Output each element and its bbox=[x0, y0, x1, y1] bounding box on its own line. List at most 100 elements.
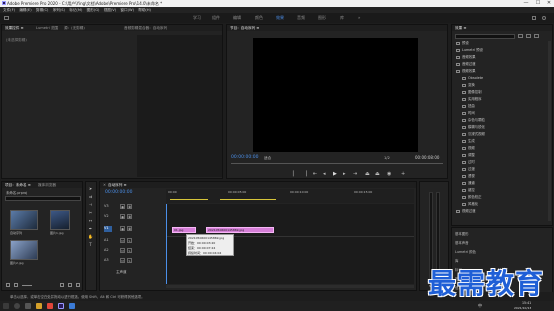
resolution-dropdown[interactable]: 1/2 bbox=[384, 156, 390, 160]
timeline-scrollbar[interactable] bbox=[166, 285, 414, 288]
play-icon[interactable]: ▶ bbox=[333, 171, 337, 177]
effects-tree-item[interactable]: 扭曲 bbox=[462, 104, 475, 109]
effects-tree-item[interactable]: 沉浸式视频 bbox=[462, 132, 485, 137]
video-preview[interactable] bbox=[253, 38, 418, 152]
fit-dropdown[interactable]: 适合 bbox=[264, 156, 271, 161]
panel-lumetri-color[interactable]: Lumetri 颜色 bbox=[455, 248, 476, 257]
track-label-a2[interactable]: A2 bbox=[104, 248, 109, 252]
extract-icon[interactable]: ⏏ bbox=[375, 171, 380, 177]
premiere-taskbar-icon[interactable] bbox=[58, 303, 64, 309]
slip-tool-icon[interactable]: ↔ bbox=[88, 218, 93, 223]
toggle-output-icon[interactable]: ● bbox=[120, 226, 125, 231]
selection-tool-icon[interactable]: ➤ bbox=[88, 186, 93, 191]
tab-project[interactable]: 项目：未命名 ≡ bbox=[5, 182, 31, 188]
solo-icon[interactable]: S bbox=[127, 258, 132, 263]
tab-sequence[interactable]: 自动序列 ≡ bbox=[108, 182, 127, 188]
tab-source[interactable]: 源：(无剪辑) bbox=[64, 25, 85, 31]
toggle-output-icon[interactable]: ● bbox=[120, 204, 125, 209]
effects-tree-item[interactable]: 视频 bbox=[462, 146, 475, 151]
effects-tree-item[interactable]: Lumetri 预设 bbox=[456, 48, 483, 53]
timeline-clip[interactable]: 01.jpg bbox=[172, 227, 196, 233]
program-timecode[interactable]: 00:00:00:00 bbox=[231, 155, 258, 160]
lock-icon[interactable]: ◘ bbox=[127, 214, 132, 219]
close-sequence-icon[interactable]: ✕ bbox=[103, 182, 106, 188]
app-icon[interactable] bbox=[69, 303, 75, 309]
minimize-button[interactable]: — bbox=[520, 0, 532, 7]
panel-essential-graphics[interactable]: 基本图形 bbox=[455, 230, 476, 239]
track-label-a1[interactable]: A1 bbox=[104, 238, 109, 242]
workspace-libraries[interactable]: 库 bbox=[340, 13, 344, 23]
type-tool-icon[interactable]: T bbox=[88, 242, 93, 247]
mute-icon[interactable]: M bbox=[120, 248, 125, 253]
lock-icon[interactable]: ◘ bbox=[127, 204, 132, 209]
browser-icon[interactable] bbox=[47, 303, 53, 309]
tab-audio-clip-mixer[interactable]: 音频剪辑混合器：自动序列 bbox=[124, 25, 167, 31]
track-label-a3[interactable]: A3 bbox=[104, 258, 109, 262]
effects-tree-item[interactable]: 音频效果 bbox=[456, 55, 476, 60]
effects-tree-item[interactable]: 生成 bbox=[462, 139, 475, 144]
ripple-edit-icon[interactable]: ⊣ bbox=[88, 202, 93, 207]
tab-media-browser[interactable]: 媒体浏览器 bbox=[38, 182, 56, 188]
razor-tool-icon[interactable]: ✂ bbox=[88, 210, 93, 215]
step-forward-icon[interactable]: ▸ bbox=[343, 171, 346, 177]
effects-tree-item[interactable]: 透视 bbox=[462, 174, 475, 179]
solo-icon[interactable]: S bbox=[127, 248, 132, 253]
project-item-thumb[interactable] bbox=[50, 210, 70, 230]
effects-tree-item[interactable]: 视频效果 bbox=[456, 69, 476, 74]
clock-date[interactable]: 2021/10/13 bbox=[514, 306, 531, 311]
mute-icon[interactable]: M bbox=[120, 258, 125, 263]
home-icon[interactable] bbox=[4, 16, 9, 20]
effects-search-input[interactable] bbox=[455, 34, 515, 39]
workspace-assembly[interactable]: 组件 bbox=[212, 13, 220, 23]
effects-scrollbar[interactable] bbox=[548, 41, 551, 221]
add-button-icon[interactable]: + bbox=[401, 171, 405, 177]
effects-tree-item[interactable]: Obsolete bbox=[462, 76, 483, 81]
toggle-output-icon[interactable]: ● bbox=[120, 214, 125, 219]
timeline-clip[interactable]: 2021050600145869.jpg bbox=[206, 227, 274, 233]
track-label-master[interactable]: 主声道 bbox=[116, 270, 127, 275]
time-ruler[interactable]: 00:00 00:00:05:00 00:00:10:00 00:00:15:0… bbox=[166, 189, 414, 203]
workspace-editing[interactable]: 编辑 bbox=[233, 13, 241, 23]
effects-tree-item[interactable]: 变换 bbox=[462, 83, 475, 88]
mark-in-icon[interactable]: ▏ bbox=[293, 171, 297, 177]
tab-lumetri-scopes[interactable]: Lumetri 范围 bbox=[36, 25, 58, 31]
project-item-thumb[interactable] bbox=[10, 240, 38, 260]
hand-tool-icon[interactable]: ✋ bbox=[88, 234, 93, 239]
effects-tree-item[interactable]: 实用程序 bbox=[462, 97, 482, 102]
effects-tree-item[interactable]: 过时 bbox=[462, 160, 475, 165]
mute-icon[interactable]: M bbox=[120, 238, 125, 243]
effects-tree-item[interactable]: 风格化 bbox=[462, 202, 478, 207]
export-frame-icon[interactable]: ◉ bbox=[387, 171, 391, 177]
timeline-timecode[interactable]: 00:00:00:00 bbox=[105, 190, 132, 195]
export-icon[interactable] bbox=[532, 16, 536, 20]
32bit-effects-icon[interactable] bbox=[526, 34, 531, 38]
icon-view-icon[interactable] bbox=[14, 283, 18, 287]
effects-tree-item[interactable]: 预设 bbox=[456, 41, 469, 46]
playhead[interactable] bbox=[166, 204, 167, 284]
workspace-color[interactable]: 颜色 bbox=[255, 13, 263, 23]
effects-tree-item[interactable]: 时间 bbox=[462, 111, 475, 116]
effects-tree-item[interactable]: 颜色校正 bbox=[462, 195, 482, 200]
workspace-graphics[interactable]: 图形 bbox=[318, 13, 326, 23]
workspace-audio[interactable]: 音频 bbox=[297, 13, 305, 23]
effects-tree-item[interactable]: 通道 bbox=[462, 181, 475, 186]
effects-tree-item[interactable]: 视频过渡 bbox=[456, 209, 476, 214]
zoom-slider[interactable] bbox=[22, 285, 32, 286]
effects-tree-item[interactable]: 图像控制 bbox=[462, 90, 482, 95]
panel-essential-sound[interactable]: 基本声音 bbox=[455, 239, 476, 248]
search-taskbar-icon[interactable] bbox=[14, 303, 20, 309]
step-back-icon[interactable]: ◂ bbox=[323, 171, 326, 177]
solo-icon[interactable]: S bbox=[127, 238, 132, 243]
go-to-out-icon[interactable]: ⇥ bbox=[353, 171, 357, 177]
file-explorer-icon[interactable] bbox=[36, 303, 42, 309]
mark-out-icon[interactable]: ▕ bbox=[303, 171, 307, 177]
yuv-effects-icon[interactable] bbox=[534, 34, 539, 38]
effects-tree-item[interactable]: 音频过渡 bbox=[456, 62, 476, 67]
effects-tree-item[interactable]: 调整 bbox=[462, 153, 475, 158]
search-icon[interactable] bbox=[542, 16, 546, 20]
workspace-effects[interactable]: 效果 bbox=[276, 13, 284, 23]
track-select-icon[interactable]: ⇉ bbox=[88, 194, 93, 199]
ime-indicator[interactable]: 中 bbox=[478, 303, 482, 309]
effects-tree-item[interactable]: 键控 bbox=[462, 188, 475, 193]
playhead-bar[interactable] bbox=[231, 163, 443, 164]
